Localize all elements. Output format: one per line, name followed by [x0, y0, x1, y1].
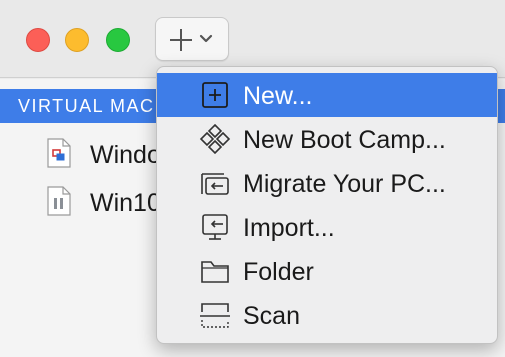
menu-item-migrate-pc[interactable]: Migrate Your PC...	[157, 161, 497, 205]
menu-item-import[interactable]: Import...	[157, 205, 497, 249]
vm-name: Windo	[90, 141, 161, 169]
boot-camp-icon	[199, 124, 231, 154]
import-icon	[202, 214, 228, 240]
menu-item-new[interactable]: New...	[157, 73, 497, 117]
vm-name: Win10	[90, 189, 161, 217]
menu-item-label: Folder	[243, 258, 314, 286]
menu-item-new-boot-camp[interactable]: New Boot Camp...	[157, 117, 497, 161]
menu-item-label: Migrate Your PC...	[243, 170, 446, 198]
paused-vm-doc-icon	[47, 186, 71, 216]
add-dropdown-menu: New... New Boot Camp... Migrate Your PC.…	[156, 66, 498, 344]
plus-box-icon	[202, 82, 228, 108]
menu-item-label: New Boot Camp...	[243, 126, 446, 154]
add-menu-button[interactable]	[155, 17, 229, 61]
close-window-button[interactable]	[26, 28, 50, 52]
plus-chevron-icon	[170, 29, 213, 51]
windows-vm-doc-icon	[47, 138, 71, 168]
folder-icon	[201, 261, 229, 283]
menu-item-folder[interactable]: Folder	[157, 249, 497, 293]
menu-item-label: Import...	[243, 214, 335, 242]
menu-item-scan[interactable]: Scan	[157, 293, 497, 337]
menu-item-label: Scan	[243, 302, 300, 330]
migrate-pc-icon	[201, 173, 229, 195]
menu-item-label: New...	[243, 82, 313, 110]
minimize-window-button[interactable]	[65, 28, 89, 52]
maximize-window-button[interactable]	[106, 28, 130, 52]
scan-icon	[200, 303, 230, 328]
